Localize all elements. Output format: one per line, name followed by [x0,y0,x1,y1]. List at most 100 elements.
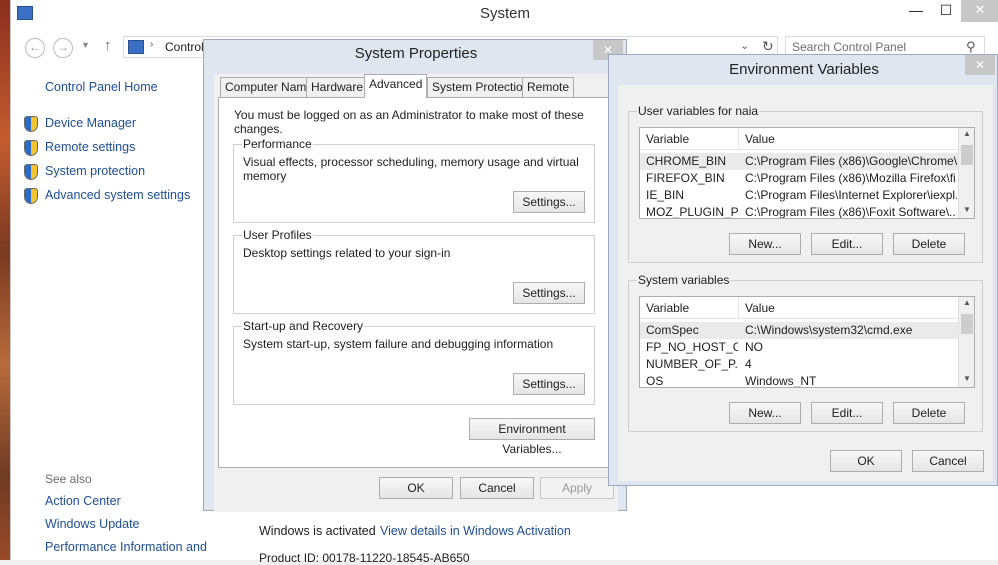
advanced-tab-panel: You must be logged on as an Administrato… [218,97,612,468]
refresh-icon[interactable]: ↻ [762,38,774,55]
tab-computer-name[interactable]: Computer Name [220,77,319,97]
close-button[interactable]: ✕ [961,0,998,22]
variable-value: C:\Program Files (x86)\Mozilla Firefox\f… [745,171,957,185]
env-cancel-button[interactable]: Cancel [912,450,984,472]
column-divider[interactable] [738,297,739,319]
search-icon[interactable]: ⚲ [966,39,976,55]
system-protection-link[interactable]: System protection [45,164,145,178]
list-item[interactable]: OS Windows_NT [640,373,958,388]
environment-variables-dialog: Environment Variables ✕ User variables f… [608,54,998,486]
cancel-button[interactable]: Cancel [460,477,534,499]
system-properties-title: System Properties [354,45,478,62]
user-variables-group: User variables for naia Variable Value C… [628,104,983,263]
column-variable[interactable]: Variable [646,301,689,315]
scroll-thumb[interactable] [961,314,973,334]
list-item[interactable]: CHROME_BIN C:\Program Files (x86)\Google… [640,153,958,170]
recent-locations-chevron-icon[interactable]: ▼ [81,40,90,50]
uac-shield-icon [24,116,38,132]
variable-value: C:\Program Files (x86)\Google\Chrome\... [745,154,957,168]
forward-arrow-icon[interactable]: → [53,38,73,58]
back-arrow-icon[interactable]: ← [25,38,45,58]
variable-name: CHROME_BIN [646,154,727,168]
system-variables-group: System variables Variable Value ComSpec … [628,273,983,432]
startup-recovery-settings-button[interactable]: Settings... [513,373,585,395]
startup-recovery-description: System start-up, system failure and debu… [243,337,554,351]
variable-value: Windows_NT [745,374,817,388]
address-dropdown-chevron-icon[interactable]: ⌄ [740,39,749,52]
user-profiles-settings-button[interactable]: Settings... [513,282,585,304]
uac-shield-icon [24,188,38,204]
scroll-down-icon[interactable]: ▼ [959,374,974,383]
system-edit-button[interactable]: Edit... [811,402,883,424]
list-item[interactable]: ComSpec C:\Windows\system32\cmd.exe [640,322,958,339]
env-ok-button[interactable]: OK [830,450,902,472]
tab-advanced[interactable]: Advanced [364,74,428,98]
column-divider[interactable] [738,128,739,150]
up-arrow-icon[interactable]: ↑ [104,37,112,54]
environment-variables-close-button[interactable]: ✕ [965,55,995,75]
system-delete-button[interactable]: Delete [893,402,965,424]
user-variables-label: User variables for naia [637,104,760,118]
remote-settings-link[interactable]: Remote settings [45,140,135,154]
environment-variables-title: Environment Variables [729,61,879,78]
system-properties-body: Computer Name Hardware Advanced System P… [214,74,618,512]
breadcrumb-control-panel[interactable]: Control [165,40,204,54]
user-edit-button[interactable]: Edit... [811,233,883,255]
environment-variables-button[interactable]: Environment Variables... [469,418,595,456]
variable-value: NO [745,340,763,354]
scroll-thumb[interactable] [961,145,973,165]
user-new-button[interactable]: New... [729,233,801,255]
performance-description: Visual effects, processor scheduling, me… [243,155,579,183]
performance-settings-button[interactable]: Settings... [513,191,585,213]
breadcrumb-separator[interactable]: › [150,39,153,50]
column-variable[interactable]: Variable [646,132,689,146]
scroll-down-icon[interactable]: ▼ [959,205,974,214]
list-item[interactable]: IE_BIN C:\Program Files\Internet Explore… [640,187,958,204]
activation-details-link[interactable]: View details in Windows Activation [380,524,571,538]
uac-shield-icon [24,164,38,180]
variable-value: C:\Program Files\Internet Explorer\iexpl… [745,188,957,202]
system-properties-dialog: System Properties ✕ Computer Name Hardwa… [203,39,627,512]
see-also-heading: See also [45,472,92,486]
list-item[interactable]: NUMBER_OF_P... 4 [640,356,958,373]
performance-information-link[interactable]: Performance Information and [45,540,207,554]
variable-name: OS [646,374,664,388]
advanced-system-settings-link[interactable]: Advanced system settings [45,188,190,202]
variable-name: ComSpec [646,323,699,337]
ok-button[interactable]: OK [379,477,453,499]
performance-group: Performance Visual effects, processor sc… [233,137,595,223]
system-variables-scrollbar[interactable]: ▲ ▼ [958,297,974,387]
scroll-up-icon[interactable]: ▲ [959,298,974,307]
column-value[interactable]: Value [745,132,775,146]
startup-recovery-label: Start-up and Recovery [242,319,365,333]
tab-remote[interactable]: Remote [522,77,575,97]
device-manager-link[interactable]: Device Manager [45,116,136,130]
control-panel-home-link[interactable]: Control Panel Home [45,80,158,94]
performance-label: Performance [242,137,313,151]
maximize-button[interactable]: ☐ [931,0,961,22]
user-delete-button[interactable]: Delete [893,233,965,255]
apply-button[interactable]: Apply [540,477,614,499]
minimize-button[interactable]: — [901,0,931,22]
system-variables-list[interactable]: Variable Value ComSpec C:\Windows\system… [639,296,975,388]
variable-name: FP_NO_HOST_C... [646,340,738,354]
scroll-up-icon[interactable]: ▲ [959,129,974,138]
column-value[interactable]: Value [745,301,775,315]
tab-system-protection[interactable]: System Protection [427,77,535,97]
search-placeholder: Search Control Panel [792,40,907,54]
uac-shield-icon [24,140,38,156]
environment-variables-body: User variables for naia Variable Value C… [618,85,993,481]
list-item[interactable]: MOZ_PLUGIN_P... C:\Program Files (x86)\F… [640,204,958,218]
user-variables-scrollbar[interactable]: ▲ ▼ [958,128,974,218]
user-profiles-label: User Profiles [242,228,313,242]
list-item[interactable]: FIREFOX_BIN C:\Program Files (x86)\Mozil… [640,170,958,187]
action-center-link[interactable]: Action Center [45,494,121,508]
variable-name: NUMBER_OF_P... [646,357,738,371]
administrator-note: You must be logged on as an Administrato… [234,108,584,136]
tab-hardware[interactable]: Hardware [306,77,369,97]
user-variables-list[interactable]: Variable Value CHROME_BIN C:\Program Fil… [639,127,975,219]
list-item[interactable]: FP_NO_HOST_C... NO [640,339,958,356]
windows-update-link[interactable]: Windows Update [45,517,140,531]
system-new-button[interactable]: New... [729,402,801,424]
system-titlebar[interactable]: System — ☐ ✕ [11,0,998,30]
